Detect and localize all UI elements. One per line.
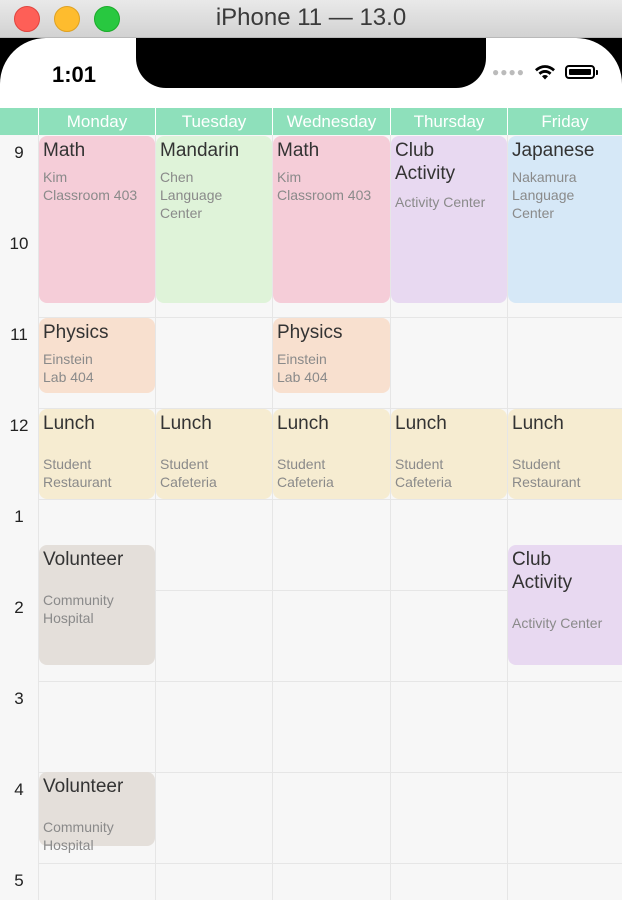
course-room: Classroom 403 — [277, 187, 372, 203]
hour-label-9: 9 — [14, 143, 24, 162]
status-bar: 1:01 ●●●● — [0, 38, 622, 108]
cellular-signal-icon: ●●●● — [492, 65, 525, 79]
day-header-monday: Monday — [38, 108, 155, 135]
course-room: Language — [160, 187, 223, 203]
course-room: Student — [43, 456, 92, 472]
course-cell-monday-physics[interactable]: Physics Einstein Lab 404 — [39, 318, 155, 393]
course-cell-friday-lunch[interactable]: Lunch Student Restaurant — [508, 409, 622, 499]
course-teacher: Kim — [43, 169, 68, 185]
course-name: Japanese — [512, 140, 595, 161]
course-room: Cafeteria — [395, 474, 452, 490]
course-teacher: Einstein — [43, 351, 93, 367]
device-notch — [136, 38, 486, 88]
course-teacher: Nakamura — [512, 169, 577, 185]
course-cell-wednesday-lunch[interactable]: Lunch Student Cafeteria — [273, 409, 390, 499]
course-room: Community — [43, 819, 114, 835]
grid-line — [38, 499, 622, 500]
course-room: Student — [512, 456, 561, 472]
course-teacher: Chen — [160, 169, 194, 185]
status-time: 1:01 — [52, 62, 97, 87]
course-teacher: Einstein — [277, 351, 327, 367]
course-cell-thursday-club-activity[interactable]: Club Activity Activity Center — [391, 136, 507, 303]
course-room: Hospital — [43, 610, 94, 626]
grid-line — [38, 863, 622, 864]
day-header: Monday Tuesday Wednesday Thursday Friday — [0, 108, 622, 135]
wifi-icon — [535, 65, 555, 80]
course-room: Cafeteria — [160, 474, 217, 490]
course-name: Club — [512, 549, 552, 570]
course-room: Center — [160, 205, 203, 221]
hour-label-12: 12 — [9, 416, 29, 435]
course-room: Restaurant — [43, 474, 112, 490]
course-cell-friday-club-activity[interactable]: Club Activity Activity Center — [508, 545, 622, 665]
course-name: Math — [43, 140, 86, 161]
course-cell-thursday-lunch[interactable]: Lunch Student Cafeteria — [391, 409, 507, 499]
course-cell-tuesday-mandarin[interactable]: Mandarin Chen Language Center — [156, 136, 272, 303]
hour-label-1: 1 — [14, 507, 24, 526]
course-name: Mandarin — [160, 140, 240, 161]
course-room: Community — [43, 592, 114, 608]
course-cell-monday-lunch[interactable]: Lunch Student Restaurant — [39, 409, 155, 499]
course-cell-monday-math[interactable]: Math Kim Classroom 403 — [39, 136, 155, 303]
course-room: Language — [512, 187, 575, 203]
grid-line — [38, 681, 622, 682]
hour-label-10: 10 — [9, 234, 29, 253]
battery-icon — [565, 65, 598, 79]
window-title: iPhone 11 — 13.0 — [215, 4, 407, 31]
course-room: Activity Center — [395, 194, 486, 210]
course-room: Student — [160, 456, 209, 472]
course-name: Lunch — [43, 413, 95, 434]
course-room: Restaurant — [512, 474, 581, 490]
course-room: Classroom 403 — [43, 187, 138, 203]
course-name: Lunch — [512, 413, 564, 434]
status-icons: ●●●● — [492, 63, 598, 81]
course-name: Math — [277, 140, 320, 161]
course-room: Hospital — [43, 837, 94, 853]
hour-label-4: 4 — [14, 780, 24, 799]
course-name: Lunch — [277, 413, 329, 434]
hour-label-2: 2 — [14, 598, 24, 617]
course-name: Lunch — [395, 413, 447, 434]
course-cell-wednesday-math[interactable]: Math Kim Classroom 403 — [273, 136, 390, 303]
day-header-tuesday: Tuesday — [155, 108, 272, 135]
course-cell-friday-japanese[interactable]: Japanese Nakamura Language Center — [508, 136, 622, 303]
course-room: Activity Center — [512, 615, 603, 631]
course-room: Cafeteria — [277, 474, 334, 490]
course-name: Physics — [43, 322, 109, 343]
course-room: Lab 404 — [277, 369, 328, 385]
simulator-titlebar: iPhone 11 — 13.0 — [0, 0, 622, 38]
course-name: Physics — [277, 322, 343, 343]
course-room: Student — [277, 456, 326, 472]
course-room: Student — [395, 456, 444, 472]
day-header-thursday: Thursday — [390, 108, 507, 135]
hour-label-5: 5 — [14, 871, 24, 890]
course-room: Center — [512, 205, 555, 221]
day-header-friday: Friday — [507, 108, 622, 135]
course-name: Club — [395, 140, 435, 161]
course-room: Lab 404 — [43, 369, 94, 385]
hour-label-3: 3 — [14, 689, 24, 708]
course-name: Activity — [512, 572, 573, 593]
course-name: Lunch — [160, 413, 212, 434]
timetable-grid[interactable]: 9 10 11 12 1 2 3 4 5 Math Kim Classroom … — [0, 135, 622, 900]
hour-label-11: 11 — [10, 325, 28, 344]
course-cell-monday-volunteer[interactable]: Volunteer Community Hospital — [39, 772, 155, 853]
course-cell-wednesday-physics[interactable]: Physics Einstein Lab 404 — [273, 318, 390, 393]
day-header-wednesday: Wednesday — [272, 108, 390, 135]
course-teacher: Kim — [277, 169, 302, 185]
course-name: Volunteer — [43, 549, 124, 570]
course-name: Activity — [395, 163, 456, 184]
course-cell-monday-volunteer[interactable]: Volunteer Community Hospital — [39, 545, 155, 665]
course-cell-tuesday-lunch[interactable]: Lunch Student Cafeteria — [156, 409, 272, 499]
course-name: Volunteer — [43, 776, 124, 797]
